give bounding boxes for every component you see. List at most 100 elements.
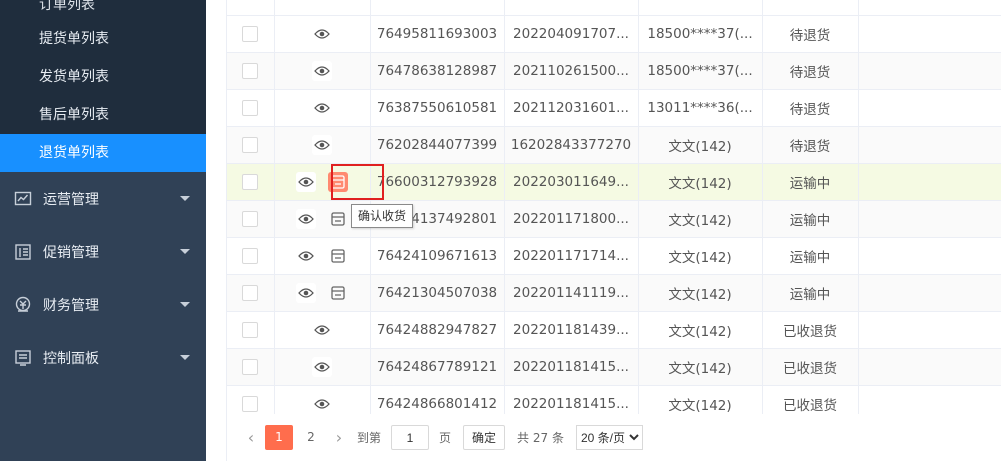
row-checkbox[interactable] (242, 395, 259, 412)
actions-cell (274, 52, 371, 90)
view-eye-icon[interactable] (312, 393, 332, 414)
row-actions (312, 356, 332, 377)
table-row: 76202844077399 16202843377270 文文(142) 待退货 (227, 126, 1001, 164)
row-checkbox[interactable] (242, 136, 259, 153)
return-order-table: 76495811693003 202204091707... 18500****37… (226, 0, 1001, 414)
page-size-select[interactable]: 20 条/页 (575, 425, 643, 450)
cell-user: 13011****36(... (638, 89, 763, 127)
sidebar-menu-item[interactable]: 促销管理 (0, 225, 206, 278)
confirm-receipt-icon[interactable] (328, 283, 348, 303)
sidebar-menu-label: 控制面板 (43, 350, 99, 367)
dashboard-icon (14, 349, 32, 367)
cell-status: 运输中 (762, 274, 859, 312)
row-actions (312, 97, 332, 118)
cell-status: 已收退货 (762, 385, 859, 414)
select-cell (227, 126, 275, 164)
page-number[interactable]: 2 (297, 425, 325, 450)
goto-page-input[interactable] (391, 425, 430, 450)
actions-cell (274, 163, 371, 201)
actions-cell (274, 311, 371, 349)
cell-user: 文文(142) (638, 274, 763, 312)
cell-status: 运输中 (762, 163, 859, 201)
prev-page-icon[interactable]: ‹ (239, 428, 263, 447)
receive-tooltip: 确认收货 (351, 204, 414, 228)
main-content: 76495811693003 202204091707... 18500****37… (206, 0, 1001, 461)
sidebar-subitem[interactable]: 售后单列表 (0, 96, 206, 134)
view-eye-icon[interactable] (296, 171, 316, 192)
actions-cell (274, 89, 371, 127)
row-actions (296, 282, 348, 303)
row-checkbox[interactable] (242, 247, 259, 264)
sidebar-menu-label: 促销管理 (43, 244, 99, 261)
cell-order-no: 76478638128987 (370, 52, 505, 90)
goto-confirm-button[interactable]: 确定 (463, 425, 506, 450)
caret-down-icon (180, 249, 190, 254)
table-row: 76600312793928 202203011649... 文文(142) 运输中 (227, 163, 1001, 201)
view-eye-icon[interactable] (296, 245, 316, 266)
confirm-receipt-icon[interactable] (328, 171, 348, 192)
row-checkbox[interactable] (242, 99, 259, 116)
view-eye-icon[interactable] (312, 134, 332, 155)
sidebar-menu-item[interactable]: 控制面板 (0, 331, 206, 384)
view-eye-icon[interactable] (312, 60, 332, 81)
row-checkbox[interactable] (242, 321, 259, 338)
select-cell (227, 52, 275, 90)
sidebar-subitem[interactable]: 发货单列表 (0, 58, 206, 96)
table-row: 76424137492801 202201171800... 文文(142) 运输中 (227, 200, 1001, 238)
confirm-receipt-icon[interactable] (328, 209, 348, 229)
row-checkbox[interactable] (242, 284, 259, 301)
view-eye-icon[interactable] (312, 356, 332, 377)
page-number[interactable]: 1 (265, 425, 293, 450)
cell-user: 文文(142) (638, 163, 763, 201)
sidebar-menu-item[interactable]: 运营管理 (0, 172, 206, 225)
view-eye-icon[interactable] (312, 97, 332, 118)
cell-code: 202201181415... (504, 348, 639, 386)
row-checkbox[interactable] (242, 358, 259, 375)
sidebar-menu-label: 运营管理 (43, 191, 99, 208)
cell-order-no: 76421304507038 (370, 274, 505, 312)
view-eye-icon[interactable] (312, 319, 332, 340)
confirm-receipt-icon[interactable] (328, 246, 348, 266)
cell-code: 16202843377270 (504, 126, 639, 164)
table-cell (858, 15, 1001, 53)
table-row-partial (227, 0, 1001, 16)
cell-code: 202201181415... (504, 385, 639, 414)
table-cell (858, 89, 1001, 127)
promotion-icon (14, 243, 32, 261)
view-eye-icon[interactable] (296, 282, 316, 303)
row-checkbox[interactable] (242, 210, 259, 227)
table-cell (858, 385, 1001, 414)
cell-user: 文文(142) (638, 311, 763, 349)
cell-status: 待退货 (762, 89, 859, 127)
row-checkbox[interactable] (242, 25, 259, 42)
sidebar-menu-item[interactable]: 财务管理 (0, 278, 206, 331)
cell-order-no: 76424882947827 (370, 311, 505, 349)
cell-user: 18500****37(... (638, 52, 763, 90)
table-cell (858, 237, 1001, 275)
view-eye-icon[interactable] (296, 208, 316, 229)
row-actions (312, 134, 332, 155)
select-cell (227, 200, 275, 238)
table-row: 76424882947827 202201181439... 文文(142) 已收退货 (227, 311, 1001, 349)
row-actions (312, 23, 332, 44)
sidebar-subitem[interactable]: 退货单列表 (0, 134, 206, 172)
row-checkbox[interactable] (242, 62, 259, 79)
cell-code: 202201141119... (504, 274, 639, 312)
cell-order-no: 76424867789121 (370, 348, 505, 386)
cell-order-no: 76202844077399 (370, 126, 505, 164)
table-cell (370, 0, 505, 16)
table-cell (858, 311, 1001, 349)
cell-user: 文文(142) (638, 200, 763, 238)
next-page-icon[interactable]: › (327, 428, 351, 447)
view-eye-icon[interactable] (312, 23, 332, 44)
cell-order-no: 76387550610581 (370, 89, 505, 127)
select-cell (227, 89, 275, 127)
row-checkbox[interactable] (242, 173, 259, 190)
sidebar-subitem[interactable]: 订单列表 (0, 0, 206, 20)
table-cell (858, 200, 1001, 238)
cell-code: 202201171714... (504, 237, 639, 275)
cell-user: 文文(142) (638, 126, 763, 164)
total-count: 共 27 条 (517, 431, 564, 445)
sidebar-subitem[interactable]: 提货单列表 (0, 20, 206, 58)
cell-code: 202110261500... (504, 52, 639, 90)
